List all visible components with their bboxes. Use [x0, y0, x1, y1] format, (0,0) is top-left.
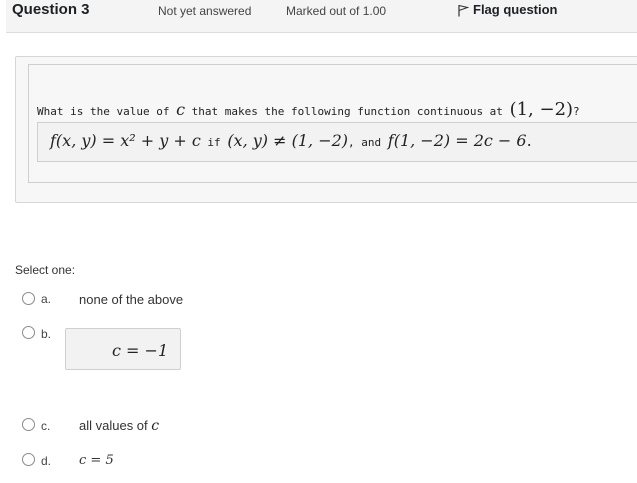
- question-middle: that makes the following function contin…: [185, 105, 510, 118]
- function-lhs: f(x, y) = x² + y + c: [50, 131, 201, 150]
- option-b-letter: b.: [41, 327, 52, 341]
- option-c-var: c: [151, 418, 160, 434]
- option-b-answer-box[interactable]: c = −1: [65, 328, 181, 370]
- flag-question-link[interactable]: Flag question: [458, 2, 558, 17]
- question-number: Question 3: [12, 1, 90, 18]
- question-formulation: What is the value of c that makes the fo…: [15, 56, 637, 203]
- option-a-radio[interactable]: [22, 292, 35, 305]
- option-a-letter: a.: [41, 292, 52, 306]
- function-condition: (x, y) ≠ (1, −2): [227, 131, 349, 150]
- question-state: Not yet answered: [158, 4, 252, 18]
- option-c-letter: c.: [41, 419, 51, 433]
- option-d-label[interactable]: c = 5: [79, 453, 114, 468]
- continuity-point: (1, −2): [509, 99, 574, 120]
- option-d-letter: d.: [41, 454, 52, 468]
- var-c: c: [176, 100, 186, 119]
- flag-icon: [458, 4, 470, 17]
- flag-question-label: Flag question: [473, 2, 558, 17]
- question-text: What is the value of c that makes the fo…: [28, 64, 637, 183]
- sentence-end: .: [526, 131, 532, 150]
- if-word: if: [200, 136, 228, 149]
- function-definition-box: f(x, y) = x² + y + c if (x, y) ≠ (1, −2)…: [37, 122, 637, 162]
- question-sentence: What is the value of c that makes the fo…: [37, 99, 580, 120]
- question-suffix: ?: [573, 105, 580, 118]
- option-d-radio[interactable]: [22, 453, 35, 466]
- option-b-radio[interactable]: [22, 326, 35, 339]
- option-c-label[interactable]: all values of c: [79, 418, 159, 434]
- option-b-label: c = −1: [112, 341, 169, 360]
- value-at-point: f(1, −2) = 2c − 6: [387, 131, 527, 150]
- option-c-text: all values of: [79, 418, 152, 433]
- option-a-label[interactable]: none of the above: [79, 292, 183, 307]
- select-one-prompt: Select one:: [15, 263, 76, 277]
- option-c-radio[interactable]: [22, 418, 35, 431]
- question-info-bar: Question 3 Not yet answered Marked out o…: [6, 0, 637, 33]
- question-prefix: What is the value of: [37, 105, 177, 118]
- question-grade: Marked out of 1.00: [286, 4, 387, 18]
- and-word: , and: [348, 136, 388, 149]
